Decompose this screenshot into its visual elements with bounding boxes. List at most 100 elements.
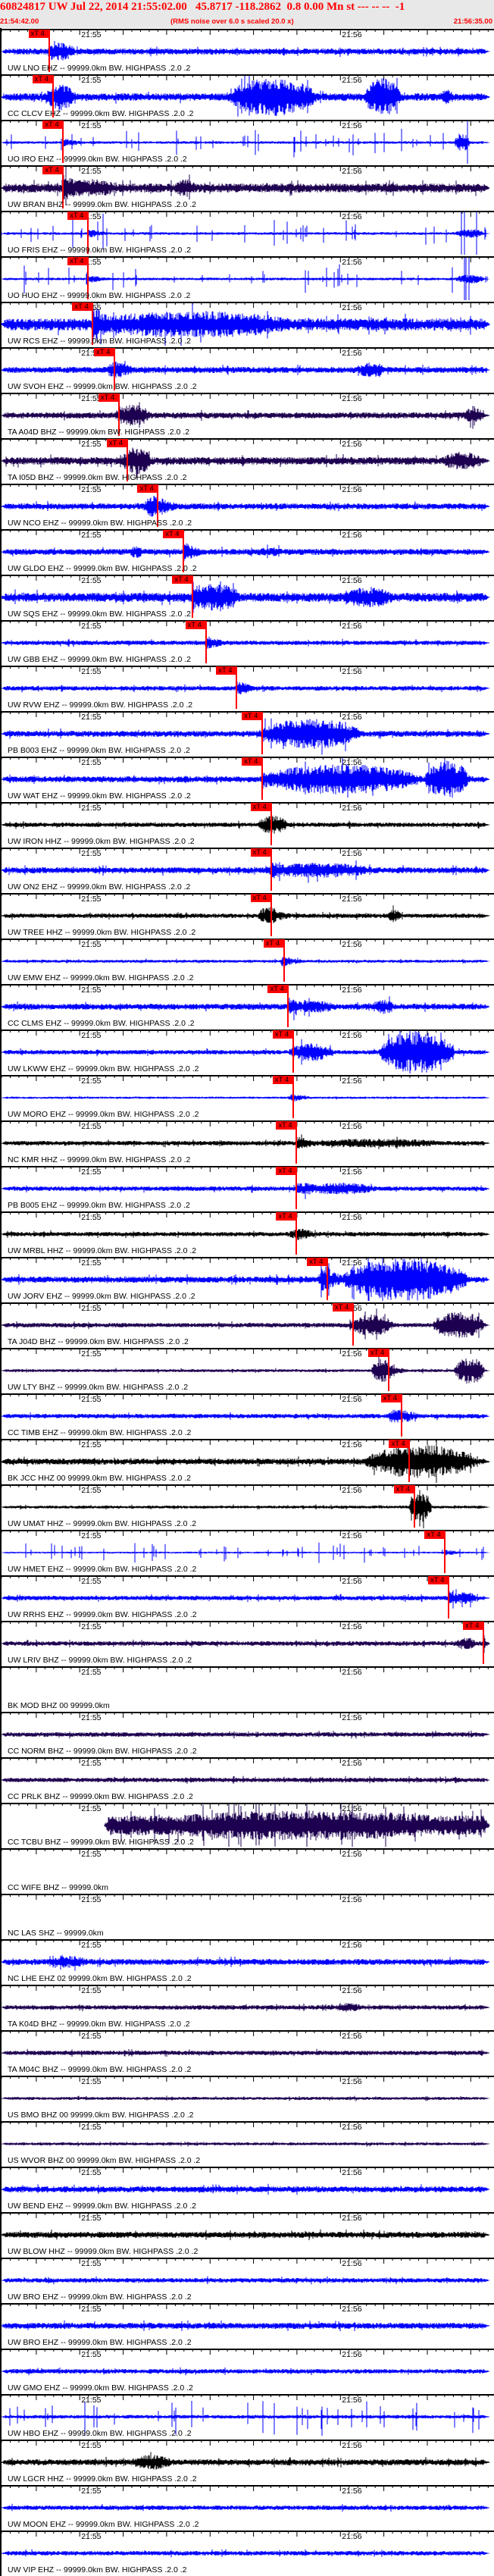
pick-marker[interactable]: xT 4 [393,1485,415,1493]
time-tick-label: 21:56 [342,30,362,39]
pick-marker[interactable]: xT 4 [42,166,64,174]
time-tick-label: 21:56 [342,1713,362,1722]
waveform-trace [1,1134,490,1149]
time-tick-label: 21:56 [342,1122,362,1131]
pick-marker[interactable]: xT 4 [137,484,159,493]
time-tick-label: 21:56 [342,76,362,85]
trace-panel: 21:55 21:56 xT 4 UW SVOH EHZ -- 99999.0km B… [0,347,494,393]
waveform-trace [1,1634,490,1653]
waveform-trace [1,1308,490,1340]
waveform-trace [1,543,490,561]
station-channel-label: UW RVW EHZ -- 99999.0km BW. HIGHPASS .2.… [8,700,193,710]
time-tick-label: 21:55 [81,2396,102,2405]
waveform-trace [1,2276,490,2285]
time-tick-label: 21:55 [81,2350,102,2359]
waveform-trace [1,682,490,694]
time-tick-label: 21:56 [342,2441,362,2450]
pick-marker[interactable]: xT 4 [163,530,185,538]
pick-marker[interactable]: xT 4 [276,1121,298,1130]
trace-panel: 21:55 21:56 UW BRO EHZ -- 99999.0km BW. HI… [0,2258,494,2303]
station-channel-label: UW EMW EHZ -- 99999.0km BW. HIGHPASS .2.… [8,973,194,982]
time-tick-label: 21:55 [81,1804,102,1813]
pick-marker[interactable]: xT 4 [276,1212,298,1221]
time-tick-label: 21:55 [81,940,102,949]
station-channel-label: UW LTY BHZ -- 99999.0km BW. HIGHPASS .2.… [8,1383,189,1392]
station-channel-label: UW JORV EHZ -- 99999.0km BW. HIGHPASS .2… [8,1292,195,1301]
waveform-trace [1,1542,490,1563]
pick-marker[interactable]: xT 4 [272,1030,294,1039]
time-tick-label: 21:56 [342,1622,362,1631]
time-tick-label: 21:55 [81,1986,102,1995]
trace-panel: 21:55 21:56 UW HBO EHZ -- 99999.0km BW. HI… [0,2394,494,2440]
pick-marker[interactable]: xT 4 [250,803,272,811]
time-tick-label: 21:56 [342,622,362,631]
time-tick-label: 21:55 [81,1440,102,1449]
station-channel-label: CC CLCV EHZ -- 99999.0km BW. HIGHPASS .2… [8,109,194,118]
pick-marker[interactable]: xT 4 [424,1531,446,1539]
pick-marker[interactable]: xT 4 [380,1394,402,1402]
time-tick-label: 21:55 [81,1031,102,1040]
pick-marker[interactable]: xT 4 [67,212,89,220]
time-tick-label: 21:56 [342,1031,362,1040]
trace-panel: 21:55 21:56 xT 4 UW LKWW EHZ -- 99999.0km B… [0,1029,494,1075]
waveform-trace [1,2503,490,2512]
pick-marker[interactable]: xT 4 [28,30,50,38]
pick-marker[interactable]: xT 4 [250,894,272,902]
pick-marker[interactable]: xT 4 [72,302,94,311]
station-channel-label: CC TCBU BHZ -- 99999.0km BW. HIGHPASS .2… [8,1838,194,1847]
time-tick-label: 21:56 [342,2532,362,2541]
time-tick-label: 21:56 [342,1895,362,1904]
trace-panel: 21:55 21:56 xT 4 UW WAT EHZ -- 99999.0km BW… [0,757,494,802]
time-tick-label: 21:55 [81,622,102,631]
station-channel-label: UW BRAN BHZ -- 99999.0km BW. HIGHPASS .2… [8,200,196,209]
station-channel-label: BK MOD BHZ 00 99999.0km [8,1701,110,1710]
pick-marker[interactable]: xT 4 [106,439,128,447]
pick-marker[interactable]: xT 4 [32,75,54,83]
pick-marker[interactable]: xT 4 [367,1349,389,1357]
pick-marker[interactable]: xT 4 [332,1303,354,1312]
time-tick-label: 21:55 [81,1122,102,1131]
pick-marker[interactable]: xT 4 [272,1076,294,1084]
time-tick-label: 21:55 [81,1167,102,1177]
pick-marker[interactable]: xT 4 [389,1440,411,1448]
pick-marker[interactable]: xT 4 [94,348,116,356]
waveform-trace [1,860,490,883]
time-tick-label: 21:56 [342,576,362,585]
time-tick-label: 21:55 [81,2123,102,2132]
trace-panel: 21:55 21:56 xT 4 UW TREE HHZ -- 99999.0km B… [0,893,494,939]
scaling-note: (RMS noise over 6.0 s scaled 20.0 x) [170,17,294,26]
pick-marker[interactable]: xT 4 [242,757,264,766]
pick-marker[interactable]: xT 4 [98,393,120,402]
pick-marker[interactable]: xT 4 [267,985,289,993]
pick-marker[interactable]: xT 4 [216,666,238,675]
station-channel-label: UW MORO EHZ -- 99999.0km BW. HIGHPASS .2… [8,1110,199,1119]
time-tick-label: 21:56 [342,121,362,130]
pick-marker[interactable]: xT 4 [462,1622,484,1630]
pick-marker[interactable]: xT 4 [428,1576,450,1584]
pick-marker[interactable]: xT 4 [67,257,89,265]
pick-marker[interactable]: xT 4 [250,848,272,857]
waveform-trace [1,2549,490,2558]
station-channel-label: TA I05D BHZ -- 99999.0km BW. HIGHPASS .2… [8,473,187,482]
pick-marker[interactable]: xT 4 [307,1258,329,1266]
pick-marker[interactable]: xT 4 [172,575,194,584]
time-tick-label: 21:55 [81,1713,102,1722]
waveform-trace [1,2141,490,2147]
time-tick-label: 21:56 [342,1759,362,1768]
time-tick-label: 21:55 [81,2305,102,2314]
pick-marker[interactable]: xT 4 [42,121,64,129]
pick-marker[interactable]: xT 4 [185,621,207,629]
time-tick-label: 21:55 [81,167,102,176]
waveform-trace [1,1954,490,1971]
trace-panel: 21:55 21:56 xT 4 PB B003 EHZ -- 99999.0km B… [0,711,494,757]
pick-marker[interactable]: xT 4 [242,712,264,720]
time-tick-label: 21:56 [342,940,362,949]
pick-marker[interactable]: xT 4 [276,1167,298,1175]
pick-marker[interactable]: xT 4 [263,939,285,948]
station-channel-label: UW RRHS EHZ -- 99999.0km BW. HIGHPASS .2… [8,1610,197,1619]
waveform-trace [1,41,490,61]
trace-panel: 21:55 21:56 UW LGCR HHZ -- 99999.0km BW. H… [0,2440,494,2485]
station-channel-label: US BMO BHZ 00 99999.0km BW. HIGHPASS .2.… [8,2111,194,2120]
trace-panel: 21:55 21:56 xT 4 UW NCO EHZ -- 99999.0km BW… [0,484,494,529]
time-tick-label: 21:55 [81,1759,102,1768]
